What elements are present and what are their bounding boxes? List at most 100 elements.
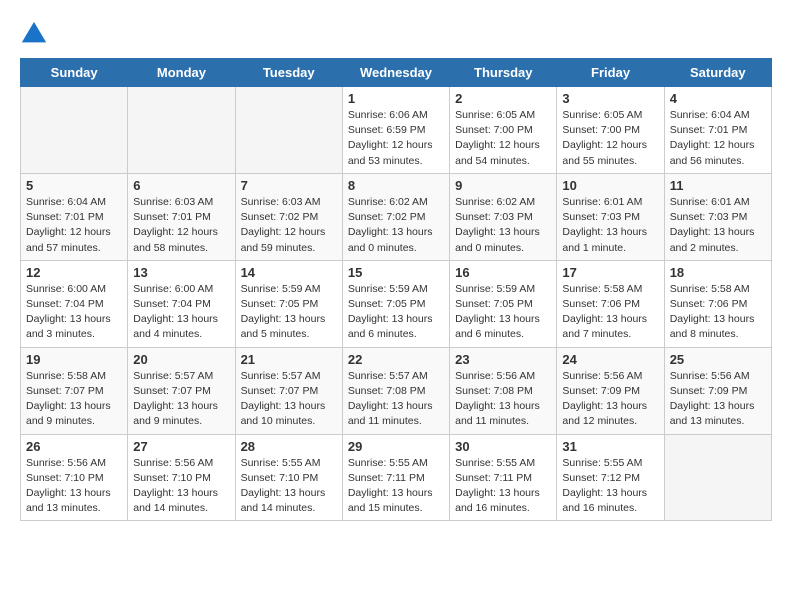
- day-info: Sunrise: 5:55 AM Sunset: 7:12 PM Dayligh…: [562, 456, 658, 517]
- day-info: Sunrise: 5:55 AM Sunset: 7:10 PM Dayligh…: [241, 456, 337, 517]
- day-info: Sunrise: 6:06 AM Sunset: 6:59 PM Dayligh…: [348, 108, 444, 169]
- calendar-day-cell: 13 Sunrise: 6:00 AM Sunset: 7:04 PM Dayli…: [128, 260, 235, 347]
- calendar-header-row: SundayMondayTuesdayWednesdayThursdayFrid…: [21, 59, 772, 87]
- calendar-day-cell: 2 Sunrise: 6:05 AM Sunset: 7:00 PM Daylig…: [450, 87, 557, 174]
- day-number: 3: [562, 91, 658, 106]
- day-info: Sunrise: 6:03 AM Sunset: 7:01 PM Dayligh…: [133, 195, 229, 256]
- day-number: 4: [670, 91, 766, 106]
- day-info: Sunrise: 5:56 AM Sunset: 7:09 PM Dayligh…: [562, 369, 658, 430]
- calendar-day-cell: 5Sunrise: 6:04 AM Sunset: 7:01 PM Daylig…: [21, 173, 128, 260]
- day-number: 31: [562, 439, 658, 454]
- calendar-day-cell: 28 Sunrise: 5:55 AM Sunset: 7:10 PM Dayli…: [235, 434, 342, 521]
- day-number: 24: [562, 352, 658, 367]
- calendar-day-cell: 16 Sunrise: 5:59 AM Sunset: 7:05 PM Dayli…: [450, 260, 557, 347]
- day-of-week-header: Tuesday: [235, 59, 342, 87]
- calendar-day-cell: 7 Sunrise: 6:03 AM Sunset: 7:02 PM Daylig…: [235, 173, 342, 260]
- logo: [20, 20, 52, 48]
- calendar-day-cell: [664, 434, 771, 521]
- day-info: Sunrise: 6:00 AM Sunset: 7:04 PM Dayligh…: [133, 282, 229, 343]
- day-info: Sunrise: 6:02 AM Sunset: 7:02 PM Dayligh…: [348, 195, 444, 256]
- day-info: Sunrise: 6:02 AM Sunset: 7:03 PM Dayligh…: [455, 195, 551, 256]
- day-number: 18: [670, 265, 766, 280]
- day-number: 25: [670, 352, 766, 367]
- day-number: 28: [241, 439, 337, 454]
- calendar-table: SundayMondayTuesdayWednesdayThursdayFrid…: [20, 58, 772, 521]
- day-number: 20: [133, 352, 229, 367]
- day-info: Sunrise: 5:56 AM Sunset: 7:09 PM Dayligh…: [670, 369, 766, 430]
- calendar-day-cell: 24 Sunrise: 5:56 AM Sunset: 7:09 PM Dayli…: [557, 347, 664, 434]
- calendar-week-row: 1 Sunrise: 6:06 AM Sunset: 6:59 PM Daylig…: [21, 87, 772, 174]
- day-number: 8: [348, 178, 444, 193]
- day-info: Sunrise: 6:03 AM Sunset: 7:02 PM Dayligh…: [241, 195, 337, 256]
- day-number: 13: [133, 265, 229, 280]
- day-info: Sunrise: 5:55 AM Sunset: 7:11 PM Dayligh…: [455, 456, 551, 517]
- calendar-day-cell: [21, 87, 128, 174]
- day-info: Sunrise: 6:01 AM Sunset: 7:03 PM Dayligh…: [562, 195, 658, 256]
- calendar-day-cell: 25 Sunrise: 5:56 AM Sunset: 7:09 PM Dayli…: [664, 347, 771, 434]
- day-info: Sunrise: 5:59 AM Sunset: 7:05 PM Dayligh…: [455, 282, 551, 343]
- day-number: 29: [348, 439, 444, 454]
- day-number: 26: [26, 439, 122, 454]
- day-number: 9: [455, 178, 551, 193]
- day-number: 30: [455, 439, 551, 454]
- calendar-week-row: 12Sunrise: 6:00 AM Sunset: 7:04 PM Dayli…: [21, 260, 772, 347]
- day-info: Sunrise: 5:57 AM Sunset: 7:07 PM Dayligh…: [241, 369, 337, 430]
- calendar-day-cell: 1 Sunrise: 6:06 AM Sunset: 6:59 PM Daylig…: [342, 87, 449, 174]
- day-of-week-header: Thursday: [450, 59, 557, 87]
- day-info: Sunrise: 6:05 AM Sunset: 7:00 PM Dayligh…: [455, 108, 551, 169]
- day-number: 27: [133, 439, 229, 454]
- calendar-day-cell: 3 Sunrise: 6:05 AM Sunset: 7:00 PM Daylig…: [557, 87, 664, 174]
- day-info: Sunrise: 5:59 AM Sunset: 7:05 PM Dayligh…: [348, 282, 444, 343]
- day-number: 2: [455, 91, 551, 106]
- page-header: [20, 20, 772, 48]
- day-info: Sunrise: 5:56 AM Sunset: 7:08 PM Dayligh…: [455, 369, 551, 430]
- calendar-week-row: 26 Sunrise: 5:56 AM Sunset: 7:10 PM Dayli…: [21, 434, 772, 521]
- calendar-day-cell: 4 Sunrise: 6:04 AM Sunset: 7:01 PM Daylig…: [664, 87, 771, 174]
- day-number: 6: [133, 178, 229, 193]
- calendar-day-cell: 17Sunrise: 5:58 AM Sunset: 7:06 PM Dayli…: [557, 260, 664, 347]
- day-number: 14: [241, 265, 337, 280]
- calendar-day-cell: [235, 87, 342, 174]
- day-number: 17: [562, 265, 658, 280]
- calendar-day-cell: 21 Sunrise: 5:57 AM Sunset: 7:07 PM Dayli…: [235, 347, 342, 434]
- calendar-day-cell: 6 Sunrise: 6:03 AM Sunset: 7:01 PM Daylig…: [128, 173, 235, 260]
- day-number: 7: [241, 178, 337, 193]
- day-info: Sunrise: 5:56 AM Sunset: 7:10 PM Dayligh…: [133, 456, 229, 517]
- calendar-day-cell: 10 Sunrise: 6:01 AM Sunset: 7:03 PM Dayli…: [557, 173, 664, 260]
- day-info: Sunrise: 6:00 AM Sunset: 7:04 PM Dayligh…: [26, 282, 122, 343]
- calendar-day-cell: 26 Sunrise: 5:56 AM Sunset: 7:10 PM Dayli…: [21, 434, 128, 521]
- day-info: Sunrise: 5:58 AM Sunset: 7:06 PM Dayligh…: [670, 282, 766, 343]
- calendar-day-cell: 18 Sunrise: 5:58 AM Sunset: 7:06 PM Dayli…: [664, 260, 771, 347]
- day-number: 10: [562, 178, 658, 193]
- calendar-day-cell: 20 Sunrise: 5:57 AM Sunset: 7:07 PM Dayli…: [128, 347, 235, 434]
- calendar-day-cell: 31 Sunrise: 5:55 AM Sunset: 7:12 PM Dayli…: [557, 434, 664, 521]
- day-of-week-header: Saturday: [664, 59, 771, 87]
- day-info: Sunrise: 5:57 AM Sunset: 7:07 PM Dayligh…: [133, 369, 229, 430]
- calendar-day-cell: 15 Sunrise: 5:59 AM Sunset: 7:05 PM Dayli…: [342, 260, 449, 347]
- calendar-day-cell: 27 Sunrise: 5:56 AM Sunset: 7:10 PM Dayli…: [128, 434, 235, 521]
- calendar-week-row: 19 Sunrise: 5:58 AM Sunset: 7:07 PM Dayli…: [21, 347, 772, 434]
- calendar-day-cell: 11Sunrise: 6:01 AM Sunset: 7:03 PM Dayli…: [664, 173, 771, 260]
- calendar-day-cell: 12Sunrise: 6:00 AM Sunset: 7:04 PM Dayli…: [21, 260, 128, 347]
- day-number: 19: [26, 352, 122, 367]
- calendar-day-cell: 23Sunrise: 5:56 AM Sunset: 7:08 PM Dayli…: [450, 347, 557, 434]
- day-info: Sunrise: 5:58 AM Sunset: 7:07 PM Dayligh…: [26, 369, 122, 430]
- day-info: Sunrise: 5:59 AM Sunset: 7:05 PM Dayligh…: [241, 282, 337, 343]
- day-number: 21: [241, 352, 337, 367]
- day-number: 16: [455, 265, 551, 280]
- day-info: Sunrise: 6:04 AM Sunset: 7:01 PM Dayligh…: [670, 108, 766, 169]
- day-of-week-header: Sunday: [21, 59, 128, 87]
- day-info: Sunrise: 5:56 AM Sunset: 7:10 PM Dayligh…: [26, 456, 122, 517]
- calendar-day-cell: [128, 87, 235, 174]
- day-number: 1: [348, 91, 444, 106]
- day-of-week-header: Wednesday: [342, 59, 449, 87]
- calendar-day-cell: 29 Sunrise: 5:55 AM Sunset: 7:11 PM Dayli…: [342, 434, 449, 521]
- day-of-week-header: Friday: [557, 59, 664, 87]
- calendar-day-cell: 14 Sunrise: 5:59 AM Sunset: 7:05 PM Dayli…: [235, 260, 342, 347]
- logo-icon: [20, 20, 48, 48]
- day-number: 15: [348, 265, 444, 280]
- calendar-day-cell: 22Sunrise: 5:57 AM Sunset: 7:08 PM Dayli…: [342, 347, 449, 434]
- day-of-week-header: Monday: [128, 59, 235, 87]
- day-info: Sunrise: 5:55 AM Sunset: 7:11 PM Dayligh…: [348, 456, 444, 517]
- day-info: Sunrise: 6:05 AM Sunset: 7:00 PM Dayligh…: [562, 108, 658, 169]
